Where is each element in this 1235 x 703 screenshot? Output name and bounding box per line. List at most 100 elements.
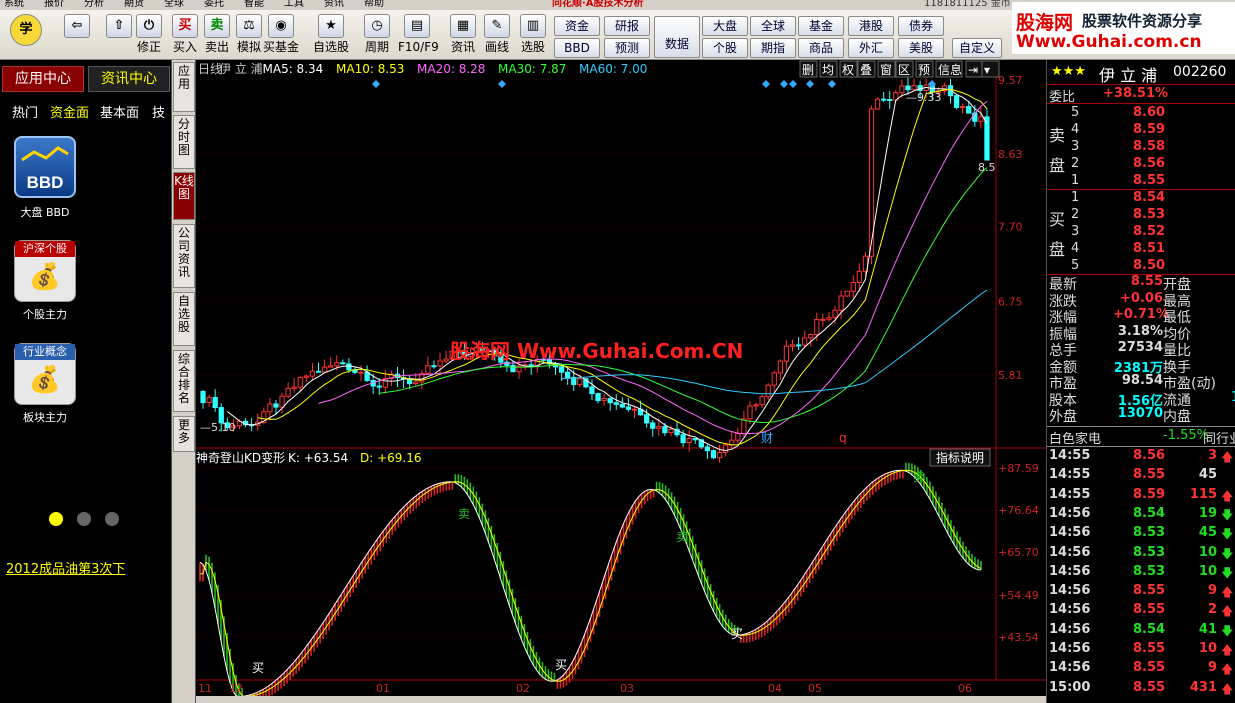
- candle-body: [759, 396, 765, 406]
- vtab-4[interactable]: 自选股: [173, 292, 195, 346]
- app-center-panel: 应用中心 资讯中心 热门 资金面 基本面 技 BBD 大盘 BBD 沪深个股 💰…: [0, 60, 172, 703]
- menu-5[interactable]: 委托: [200, 0, 224, 9]
- toolbar-button-3[interactable]: ⏻ 修正: [130, 12, 168, 58]
- candle-body: [978, 116, 984, 122]
- bid-price-4: 8.51: [1133, 241, 1166, 256]
- date-tick-6: 05: [808, 682, 822, 695]
- stat-value-3: 3.18%: [1117, 323, 1163, 339]
- menu-4[interactable]: 全球: [160, 0, 184, 9]
- vtab-3[interactable]: 公司资讯: [173, 224, 195, 288]
- toolbar-small-button-5[interactable]: 大盘: [702, 16, 748, 36]
- chart-tool-label-5: 区: [898, 63, 910, 77]
- candle-body: [747, 405, 753, 420]
- toolbar-button-10[interactable]: ▤ F10/F9: [398, 12, 439, 58]
- menu-1[interactable]: 报价: [40, 0, 64, 9]
- carousel-dot[interactable]: [77, 512, 91, 526]
- menu-2[interactable]: 分析: [80, 0, 104, 9]
- stat-label2-8: 内盘: [1163, 409, 1191, 425]
- toolbar-small-button-13[interactable]: 债券: [898, 16, 944, 36]
- tick-arrow-icon-12: 🡅: [1221, 681, 1234, 696]
- toolbar-small-button-0[interactable]: 资金: [554, 16, 600, 36]
- toolbar-button-12[interactable]: ✎ 画线: [478, 12, 516, 58]
- tick-volume-8: 2: [1207, 602, 1217, 618]
- buy-signal-0: 买: [252, 661, 264, 675]
- vtab-5[interactable]: 综合排名: [173, 350, 195, 412]
- candle-body: [656, 426, 662, 429]
- candle-body: [704, 446, 711, 452]
- toolbar-button-11[interactable]: ▦ 资讯: [444, 12, 482, 58]
- vtab-0[interactable]: 应用: [173, 62, 195, 112]
- date-tick-7: 06: [958, 682, 972, 695]
- candle-body: [808, 333, 814, 339]
- sector-main-force-icon[interactable]: 行业概念 💰: [14, 343, 76, 405]
- tab-info-center[interactable]: 资讯中心: [88, 66, 170, 92]
- vtab-1[interactable]: 分时图: [173, 115, 195, 169]
- carousel-dot[interactable]: [105, 512, 119, 526]
- candle-body: [425, 365, 431, 374]
- toolbar-small-button-9[interactable]: 基金: [798, 16, 844, 36]
- toolbar-small-button-6[interactable]: 个股: [702, 38, 748, 58]
- toolbar-small-button-4[interactable]: 数据: [654, 16, 700, 58]
- toolbar-small-button-7[interactable]: 全球: [750, 16, 796, 36]
- price-tick-0: 9.57: [998, 74, 1023, 87]
- tick-volume-7: 9: [1207, 583, 1217, 599]
- divider: [1047, 84, 1235, 85]
- divider: [1047, 446, 1235, 447]
- stock-main-force-icon[interactable]: 沪深个股 💰: [14, 240, 76, 302]
- date-tick-0: 11: [198, 682, 212, 695]
- toolbar-button-8[interactable]: ★ 自选股: [312, 12, 350, 58]
- tick-arrow-icon-2: 🡅: [1221, 488, 1234, 503]
- finance-marker[interactable]: 财: [761, 431, 773, 445]
- vtab-2[interactable]: K线图: [173, 172, 195, 220]
- toolbar-small-button-10[interactable]: 商品: [798, 38, 844, 58]
- toolbar-small-button-15[interactable]: 自定义: [952, 38, 1002, 58]
- menu-3[interactable]: 期货: [120, 0, 144, 9]
- tick-arrow-icon-8: 🡅: [1221, 604, 1234, 619]
- toolbar-small-button-2[interactable]: 研报: [604, 16, 650, 36]
- candle-body: [820, 318, 826, 321]
- toolbar-small-button-11[interactable]: 港股: [848, 16, 894, 36]
- toolbar-small-button-1[interactable]: BBD: [554, 38, 600, 58]
- tick-time-2: 14:55: [1049, 486, 1091, 502]
- tick-price-2: 8.59: [1133, 486, 1166, 502]
- toolbar-button-13[interactable]: ▥ 选股: [514, 12, 552, 58]
- carousel-dot-active[interactable]: [49, 512, 63, 526]
- toolbar-button-0[interactable]: 学: [6, 12, 46, 58]
- candle-body: [771, 372, 777, 386]
- candle-body: [212, 397, 218, 409]
- menu-8[interactable]: 资讯: [320, 0, 344, 9]
- sector-rank-link: 同行业: [1203, 432, 1235, 447]
- subtab-funds[interactable]: 资金面: [50, 102, 89, 121]
- toolbar-small-button-8[interactable]: 期指: [750, 38, 796, 58]
- subtab-hot[interactable]: 热门: [12, 102, 38, 121]
- toolbar-small-button-14[interactable]: 美股: [898, 38, 944, 58]
- chart-tool-label-0: 删: [802, 63, 814, 77]
- toolbar-button-7[interactable]: ◉ 买基金: [262, 12, 300, 58]
- subtab-fundamentals[interactable]: 基本面: [100, 102, 139, 121]
- subtab-tech[interactable]: 技: [152, 102, 165, 121]
- ask-price-4: 8.59: [1133, 122, 1166, 137]
- menu-0[interactable]: 系统: [0, 0, 24, 9]
- bbd-icon[interactable]: BBD: [14, 136, 76, 198]
- candle-body: [692, 438, 698, 441]
- phone-number: 1181811125 金币: [924, 0, 1011, 9]
- date-tick-5: 04: [768, 682, 782, 695]
- news-link[interactable]: 2012成品油第3次下: [6, 558, 125, 577]
- watermark: 股海网 Www.Guhai.Com.CN: [450, 339, 743, 363]
- toolbar-button-1[interactable]: ⇦: [58, 12, 96, 58]
- quote-stock-name: 伊 立 浦: [1099, 66, 1158, 85]
- chart-area[interactable]: 日线伊 立 浦 MA5: 8.34 MA10: 8.53 MA20: 8.28 MA30…: [196, 60, 1046, 696]
- tab-app-center[interactable]: 应用中心: [2, 66, 84, 92]
- vtab-6[interactable]: 更多: [173, 416, 195, 452]
- bid-price-5: 8.50: [1133, 258, 1166, 273]
- kd-tick-4: +43.54: [998, 631, 1039, 644]
- menu-9[interactable]: 帮助: [360, 0, 384, 9]
- menu-6[interactable]: 智能: [240, 0, 264, 9]
- candle-body: [443, 358, 449, 362]
- toolbar-small-button-3[interactable]: 预测: [604, 38, 650, 58]
- toolbar-small-button-12[interactable]: 外汇: [848, 38, 894, 58]
- menu-7[interactable]: 工具: [280, 0, 304, 9]
- toolbar-button-9[interactable]: ◷ 周期: [358, 12, 396, 58]
- stock-name-label: 伊 立 浦: [219, 61, 263, 76]
- q-marker[interactable]: q: [839, 431, 847, 445]
